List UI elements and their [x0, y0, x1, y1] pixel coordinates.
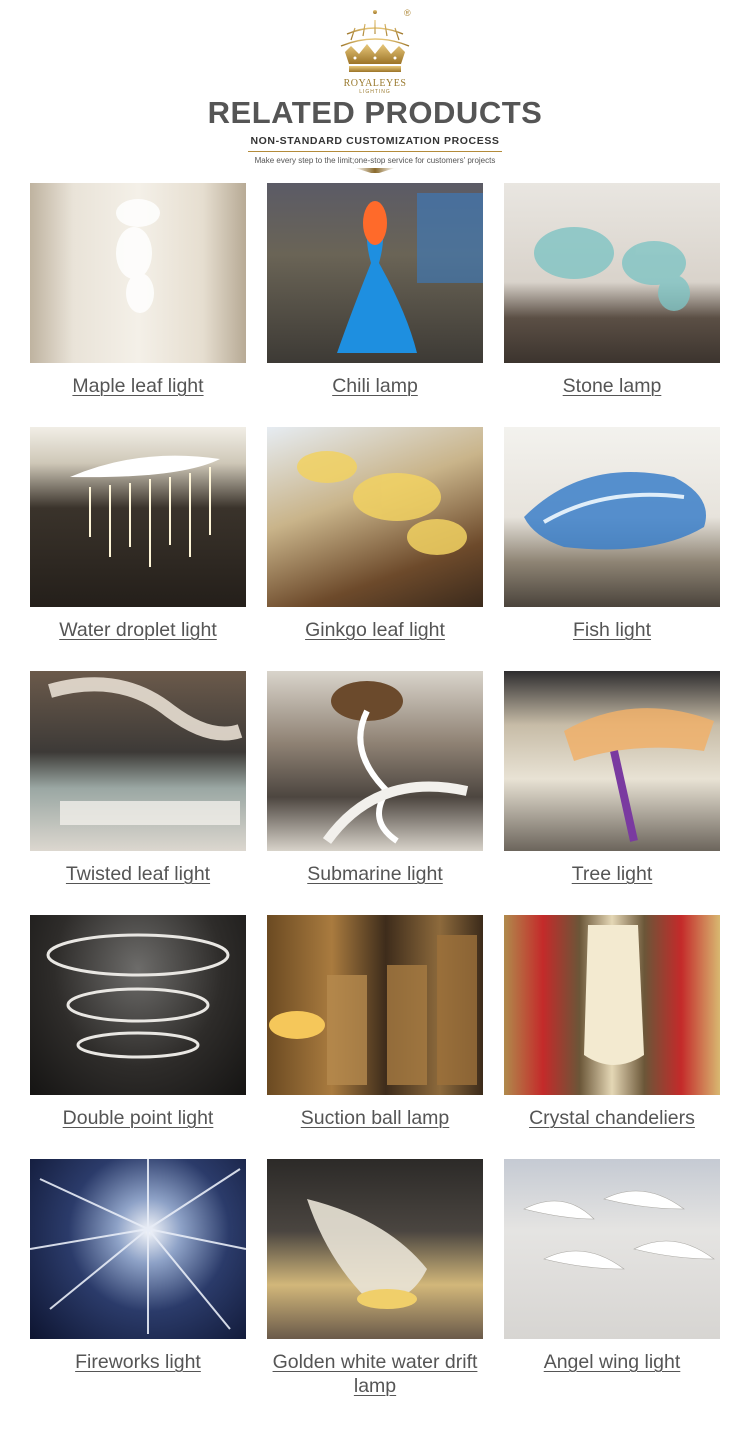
product-label[interactable]: Golden white water drift lamp — [267, 1350, 483, 1398]
page-subtitle: NON-STANDARD CUSTOMIZATION PROCESS — [250, 135, 500, 147]
registered-mark: ® — [404, 8, 411, 18]
product-photo[interactable] — [504, 915, 720, 1095]
product-card-fireworks-light[interactable]: Fireworks light — [30, 1159, 246, 1374]
product-label[interactable]: Suction ball lamp — [267, 1106, 483, 1130]
product-card-water-droplet-light[interactable]: Water droplet light — [30, 427, 246, 642]
page-description: Make every step to the limit;one-stop se… — [254, 156, 496, 165]
product-card-ginkgo-leaf-light[interactable]: Ginkgo leaf light — [267, 427, 483, 642]
product-photo[interactable] — [267, 1159, 483, 1339]
product-photo[interactable] — [30, 915, 246, 1095]
product-label[interactable]: Angel wing light — [504, 1350, 720, 1374]
product-label[interactable]: Twisted leaf light — [30, 862, 246, 886]
page-title: RELATED PRODUCTS — [207, 95, 543, 130]
product-label[interactable]: Maple leaf light — [30, 374, 246, 398]
product-photo[interactable] — [504, 671, 720, 851]
product-label[interactable]: Submarine light — [267, 862, 483, 886]
brand-name: ROYALEYES — [343, 78, 407, 89]
divider-caret-icon — [355, 168, 395, 173]
product-card-suction-ball-lamp[interactable]: Suction ball lamp — [267, 915, 483, 1130]
product-label[interactable]: Water droplet light — [30, 618, 246, 642]
product-card-fish-light[interactable]: Fish light — [504, 427, 720, 642]
product-label[interactable]: Tree light — [504, 862, 720, 886]
product-photo[interactable] — [267, 427, 483, 607]
product-card-crystal-chandeliers[interactable]: Crystal chandeliers — [504, 915, 720, 1130]
product-photo[interactable] — [267, 671, 483, 851]
product-card-angel-wing-light[interactable]: Angel wing light — [504, 1159, 720, 1374]
product-photo[interactable] — [504, 1159, 720, 1339]
product-card-golden-white-water-drift-lamp[interactable]: Golden white water drift lamp — [267, 1159, 483, 1398]
product-card-submarine-light[interactable]: Submarine light — [267, 671, 483, 886]
product-photo[interactable] — [267, 915, 483, 1095]
product-card-double-point-light[interactable]: Double point light — [30, 915, 246, 1130]
product-photo[interactable] — [504, 427, 720, 607]
product-label[interactable]: Crystal chandeliers — [504, 1106, 720, 1130]
product-photo[interactable] — [30, 183, 246, 363]
product-label[interactable]: Fireworks light — [30, 1350, 246, 1374]
product-photo[interactable] — [30, 427, 246, 607]
product-card-chili-lamp[interactable]: Chili lamp — [267, 183, 483, 398]
product-card-maple-leaf-light[interactable]: Maple leaf light — [30, 183, 246, 398]
product-label[interactable]: Fish light — [504, 618, 720, 642]
product-photo[interactable] — [504, 183, 720, 363]
product-label[interactable]: Stone lamp — [504, 374, 720, 398]
product-label[interactable]: Double point light — [30, 1106, 246, 1130]
product-label[interactable]: Chili lamp — [267, 374, 483, 398]
divider — [248, 151, 502, 152]
product-photo[interactable] — [267, 183, 483, 363]
page-header: ® ROYALEYES LIGHTING RELATED PRODUCTS NO… — [0, 0, 750, 180]
product-photo[interactable] — [30, 1159, 246, 1339]
product-card-tree-light[interactable]: Tree light — [504, 671, 720, 886]
product-card-stone-lamp[interactable]: Stone lamp — [504, 183, 720, 398]
product-label[interactable]: Ginkgo leaf light — [267, 618, 483, 642]
product-card-twisted-leaf-light[interactable]: Twisted leaf light — [30, 671, 246, 886]
product-photo[interactable] — [30, 671, 246, 851]
